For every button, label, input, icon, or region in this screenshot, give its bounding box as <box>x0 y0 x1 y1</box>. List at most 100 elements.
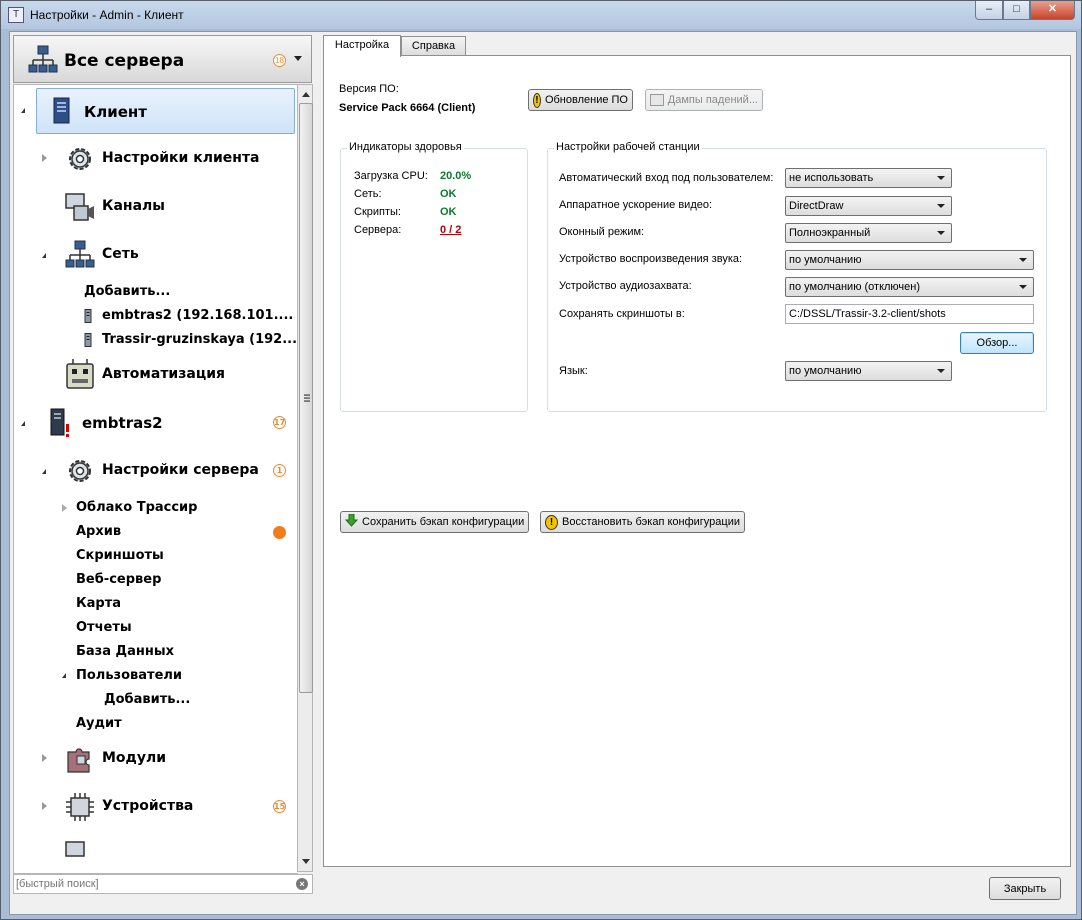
network-icon <box>28 45 58 78</box>
close-window-button[interactable]: ✕ <box>1030 1 1075 20</box>
restore-backup-button[interactable]: ! Восстановить бэкап конфигурации <box>540 511 745 533</box>
expand-arrow-icon[interactable] <box>62 504 67 512</box>
warning-icon: ! <box>533 92 541 108</box>
servers-status-link[interactable]: 0 / 2 <box>440 224 461 236</box>
tree-item-database[interactable]: База Данных <box>14 640 298 664</box>
window-mode-select[interactable]: Полноэкранный <box>785 223 952 243</box>
expand-arrow-icon[interactable] <box>42 802 47 810</box>
alert-count-badge: 18 <box>273 54 286 67</box>
tree-item-server-settings[interactable]: Настройки сервера 1 <box>14 448 298 494</box>
tree-item-add-network-server[interactable]: Добавить... <box>14 280 298 304</box>
tab-help[interactable]: Справка <box>401 36 466 56</box>
cpu-value: 20.0% <box>440 170 472 182</box>
autologin-label: Автоматический вход под пользователем: <box>559 172 774 184</box>
tree-item-partial[interactable] <box>14 832 298 873</box>
browse-button[interactable]: Обзор... <box>960 332 1034 354</box>
tree-item-web-server[interactable]: Веб-сервер <box>14 568 298 592</box>
tree-item-archive[interactable]: Архив <box>14 520 298 544</box>
expand-arrow-icon[interactable] <box>42 469 46 474</box>
tree-item-modules[interactable]: Модули <box>14 736 298 782</box>
audio-output-select[interactable]: по умолчанию <box>785 250 1034 270</box>
tree-item-client[interactable]: Клиент <box>36 88 295 134</box>
expand-arrow-icon[interactable] <box>42 253 46 258</box>
tree-scrollbar[interactable]: ▬ ▬ ▬ <box>297 84 313 872</box>
close-button[interactable]: Закрыть <box>989 877 1061 900</box>
quick-search-input[interactable] <box>16 876 291 892</box>
tab-settings[interactable]: Настройка <box>323 35 401 57</box>
cpu-label: Загрузка CPU: <box>354 170 428 182</box>
scroll-up-icon[interactable] <box>302 92 310 97</box>
crash-dumps-button[interactable]: Дампы падений... <box>645 89 763 111</box>
title-bar[interactable]: T Настройки - Admin - Клиент – □ ✕ <box>1 1 1081 29</box>
expand-arrow-icon[interactable] <box>42 754 47 762</box>
all-servers-selector[interactable]: Все сервера 18 <box>13 35 312 83</box>
screenshots-path-field[interactable]: C:/DSSL/Trassir-3.2-client/shots <box>785 304 1034 324</box>
version-value: Service Pack 6664 (Client) <box>339 102 476 114</box>
chevron-down-icon <box>1019 285 1027 289</box>
autologin-select[interactable]: не использовать <box>785 168 952 188</box>
health-group-title: Индикаторы здоровья <box>347 141 464 153</box>
tree-item-screenshots[interactable]: Скриншоты <box>14 544 298 568</box>
audio-capture-label: Устройство аудиозахвата: <box>559 280 692 292</box>
tree-item-map[interactable]: Карта <box>14 592 298 616</box>
tree-item-client-settings[interactable]: Настройки клиента <box>14 136 298 182</box>
gear-icon <box>65 456 95 489</box>
quick-search: × <box>13 874 313 894</box>
navigation-panel: Все сервера 18 Клиент Настройки клиента … <box>13 35 314 894</box>
app-icon: T <box>8 7 24 23</box>
health-indicators-group: Индикаторы здоровья Загрузка CPU: 20.0% … <box>340 141 528 412</box>
tree-item-devices[interactable]: Устройства 15 <box>14 784 298 830</box>
save-backup-button[interactable]: Сохранить бэкап конфигурации <box>340 511 529 533</box>
tree-item-users[interactable]: Пользователи <box>14 664 298 688</box>
chevron-down-icon <box>937 369 945 373</box>
network-icon <box>65 240 95 273</box>
audio-output-label: Устройство воспроизведения звука: <box>559 253 743 265</box>
chevron-down-icon <box>937 231 945 235</box>
video-accel-select[interactable]: DirectDraw <box>785 196 952 216</box>
expand-arrow-icon[interactable] <box>62 673 66 678</box>
monitor-icon <box>650 94 664 106</box>
expand-arrow-icon[interactable] <box>21 421 25 426</box>
tree-item-remote-server[interactable]: embtras2 (192.168.101.... <box>14 304 298 328</box>
chevron-down-icon <box>937 176 945 180</box>
expand-arrow-icon[interactable] <box>21 108 25 113</box>
chevron-down-icon <box>1019 258 1027 262</box>
settings-tree: Клиент Настройки клиента Каналы Сеть Доб… <box>13 84 298 874</box>
clear-search-icon[interactable]: × <box>296 878 308 890</box>
network-label: Сеть: <box>354 188 382 200</box>
software-update-button[interactable]: ! Обновление ПО <box>528 89 633 111</box>
camera-icon <box>65 192 95 225</box>
gear-icon <box>65 144 95 177</box>
tree-item-cloud[interactable]: Облако Трассир <box>14 496 298 520</box>
arrow-down-icon <box>344 513 359 530</box>
chip-icon <box>65 792 95 825</box>
tree-item-add-user[interactable]: Добавить... <box>14 688 298 712</box>
language-label: Язык: <box>559 365 588 377</box>
server-warning-icon <box>48 408 72 441</box>
grip-icon: ▬ ▬ ▬ <box>304 392 310 404</box>
minimize-button[interactable]: – <box>975 1 1003 20</box>
tree-item-server-embtras2[interactable]: embtras2 17 <box>14 400 298 446</box>
scroll-thumb[interactable]: ▬ ▬ ▬ <box>299 103 313 693</box>
all-servers-label: Все сервера <box>64 51 185 71</box>
tree-item-reports[interactable]: Отчеты <box>14 616 298 640</box>
chevron-down-icon <box>937 204 945 208</box>
tree-item-channels[interactable]: Каналы <box>14 184 298 230</box>
scroll-down-icon[interactable] <box>302 859 310 864</box>
tree-item-automation[interactable]: Автоматизация <box>14 352 298 398</box>
server-icon <box>84 333 92 350</box>
maximize-button[interactable]: □ <box>1003 1 1030 20</box>
servers-label: Сервера: <box>354 224 402 236</box>
tree-item-remote-server[interactable]: Trassir-gruzinskaya (192... <box>14 328 298 352</box>
chevron-down-icon <box>294 56 302 61</box>
network-status: OK <box>440 188 457 200</box>
warning-dot-icon <box>273 526 286 539</box>
tree-item-audit[interactable]: Аудит <box>14 712 298 736</box>
tree-item-network[interactable]: Сеть <box>14 232 298 278</box>
screenshots-path-label: Сохранять скриншоты в: <box>559 308 685 320</box>
language-select[interactable]: по умолчанию <box>785 361 952 381</box>
alert-count-badge: 15 <box>273 800 286 813</box>
settings-window: T Настройки - Admin - Клиент – □ ✕ Все с… <box>0 0 1082 920</box>
audio-capture-select[interactable]: по умолчанию (отключен) <box>785 277 1034 297</box>
expand-arrow-icon[interactable] <box>42 154 47 162</box>
